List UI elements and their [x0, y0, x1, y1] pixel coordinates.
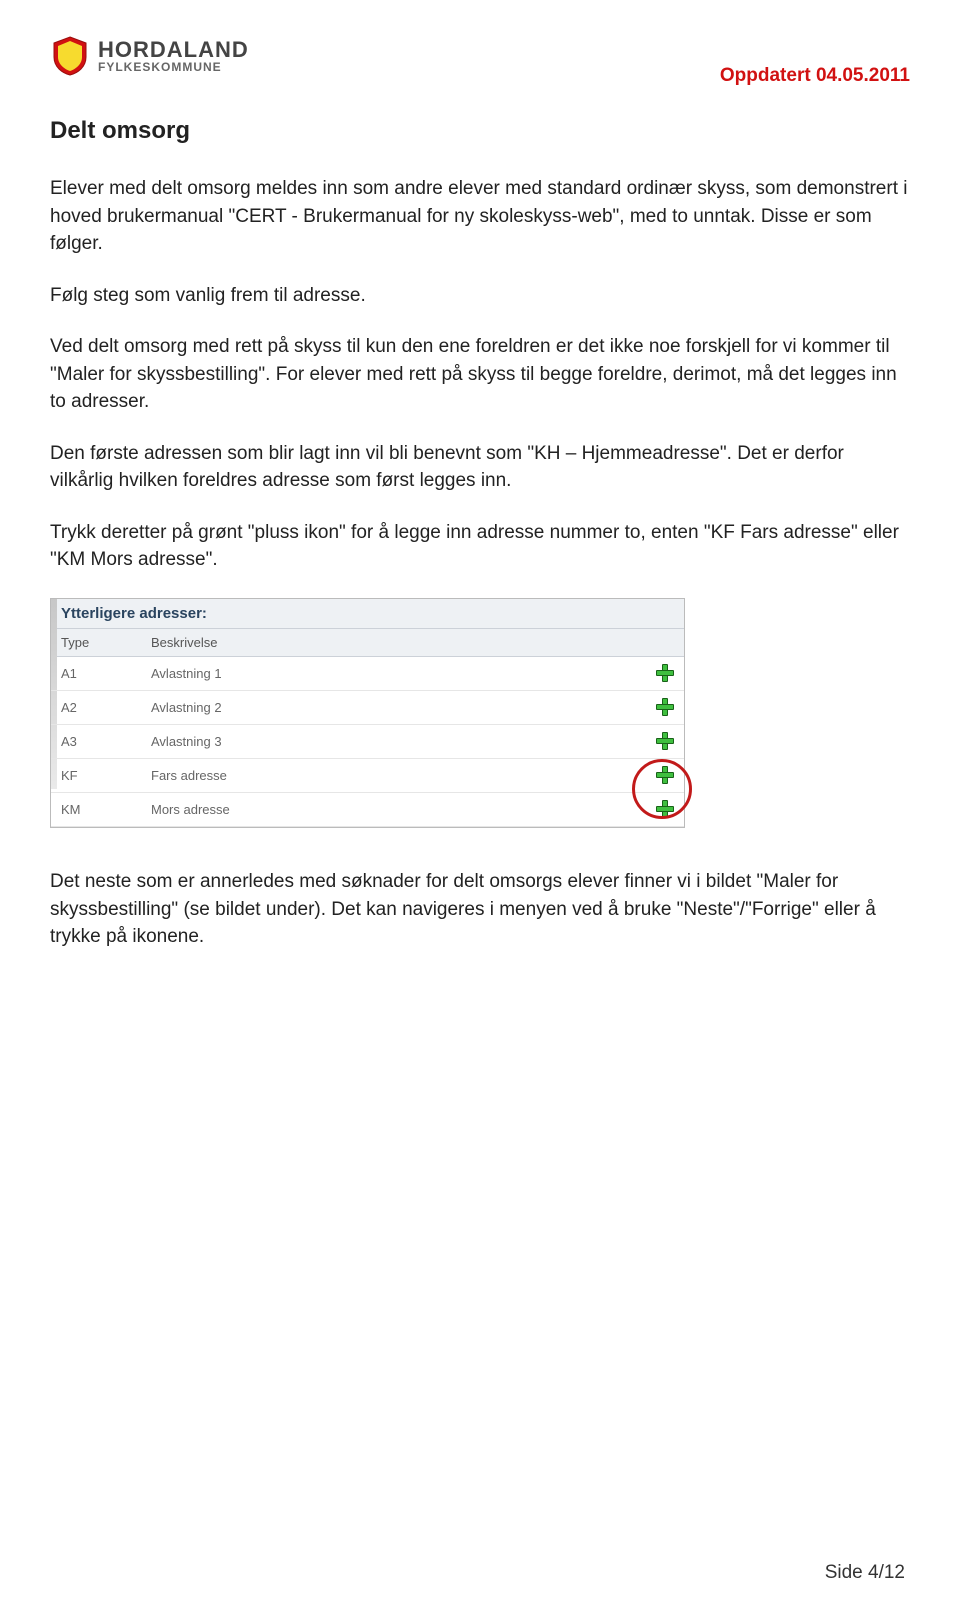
page-number: Side 4/12 [825, 1562, 905, 1584]
plus-icon[interactable] [656, 664, 672, 680]
paragraph: Trykk deretter på grønt "pluss ikon" for… [50, 519, 910, 574]
page-title: Delt omsorg [50, 117, 910, 145]
cell-desc: Avlastning 3 [141, 734, 644, 749]
cell-desc: Mors adresse [141, 802, 644, 817]
paragraph: Elever med delt omsorg meldes inn som an… [50, 175, 910, 258]
cell-type: A3 [51, 734, 141, 749]
cell-type: A1 [51, 666, 141, 681]
table-row: A1 Avlastning 1 [51, 657, 684, 691]
shield-icon [50, 35, 90, 77]
cell-type: A2 [51, 700, 141, 715]
cell-desc: Avlastning 2 [141, 700, 644, 715]
column-header-desc: Beskrivelse [141, 629, 684, 656]
paragraph: Ved delt omsorg med rett på skyss til ku… [50, 333, 910, 416]
plus-icon[interactable] [656, 766, 672, 782]
org-subname: FYLKESKOMMUNE [98, 61, 249, 73]
cell-type: KM [51, 802, 141, 817]
plus-icon[interactable] [656, 800, 672, 816]
paragraph: Det neste som er annerledes med søknader… [50, 868, 910, 951]
cell-desc: Avlastning 1 [141, 666, 644, 681]
table-row: A3 Avlastning 3 [51, 725, 684, 759]
table-row: KM Mors adresse [51, 793, 684, 827]
plus-icon[interactable] [656, 698, 672, 714]
column-header-type: Type [51, 629, 141, 656]
cell-desc: Fars adresse [141, 768, 644, 783]
table-row: A2 Avlastning 2 [51, 691, 684, 725]
org-logo: HORDALAND FYLKESKOMMUNE [50, 35, 249, 77]
org-name: HORDALAND [98, 39, 249, 61]
updated-date: Oppdatert 04.05.2011 [720, 65, 910, 87]
table-row: KF Fars adresse [51, 759, 684, 793]
cell-type: KF [51, 768, 141, 783]
address-type-table: Ytterligere adresser: Type Beskrivelse A… [50, 598, 685, 828]
paragraph: Den første adressen som blir lagt inn vi… [50, 440, 910, 495]
panel-title: Ytterligere adresser: [51, 599, 684, 629]
plus-icon[interactable] [656, 732, 672, 748]
paragraph: Følg steg som vanlig frem til adresse. [50, 282, 910, 310]
